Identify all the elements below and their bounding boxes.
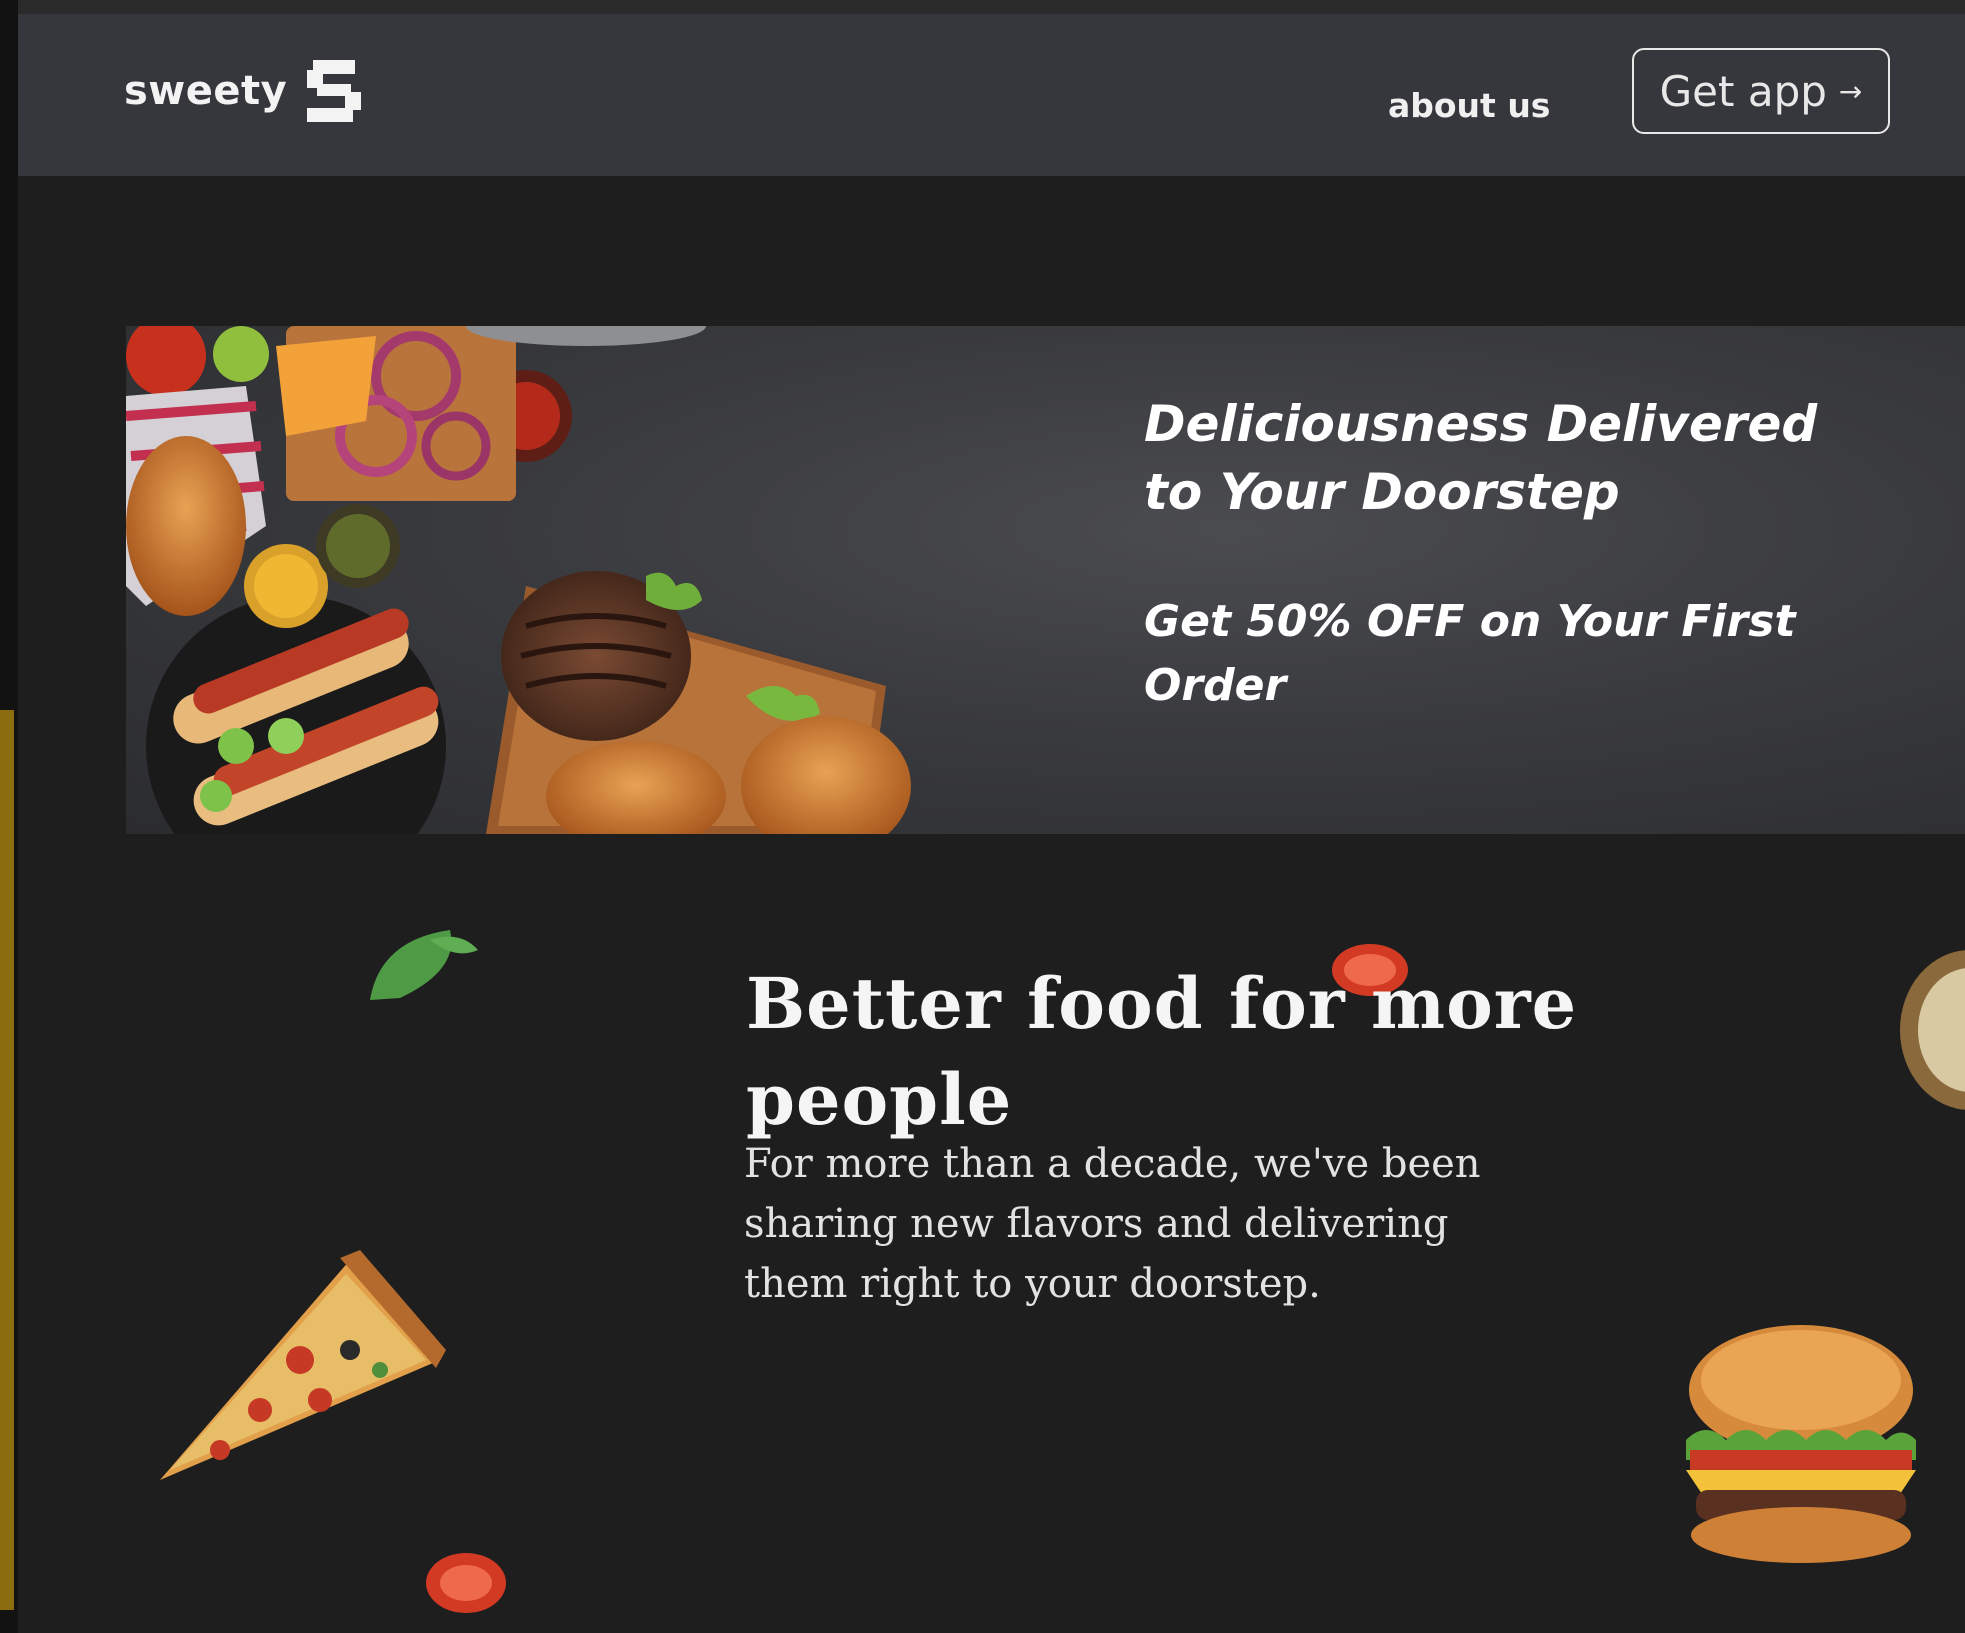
pizza-slice-image	[160, 1250, 446, 1480]
hero-banner: Deliciousness Delivered to Your Doorstep…	[126, 326, 1965, 834]
tomato-slice-image	[426, 1553, 506, 1613]
get-app-label: Get app	[1659, 66, 1827, 116]
brand-name: sweety	[124, 68, 288, 114]
about-title: Better food for more people	[746, 962, 1578, 1141]
brand[interactable]: sweety	[124, 60, 362, 122]
bowl-image	[1900, 950, 1965, 1110]
window-frame-top	[0, 0, 1965, 14]
navbar: sweety about us Get app →	[18, 14, 1965, 176]
get-app-button[interactable]: Get app →	[1632, 48, 1890, 134]
about-body: For more than a decade, we've been shari…	[744, 1141, 1481, 1307]
side-accent-bar	[0, 710, 14, 1610]
hero-offer-text: Get 50% OFF on Your First Order	[1144, 596, 1796, 711]
s-logo-icon	[307, 60, 362, 122]
basil-leaf-image	[370, 930, 478, 1000]
hero-title: Deliciousness Delivered to Your Doorstep	[1144, 395, 1818, 521]
burger-image	[1686, 1325, 1916, 1563]
food-spread-image	[126, 326, 911, 834]
nav-about-link[interactable]: about us	[1388, 86, 1550, 125]
arrow-right-icon: →	[1838, 74, 1863, 108]
